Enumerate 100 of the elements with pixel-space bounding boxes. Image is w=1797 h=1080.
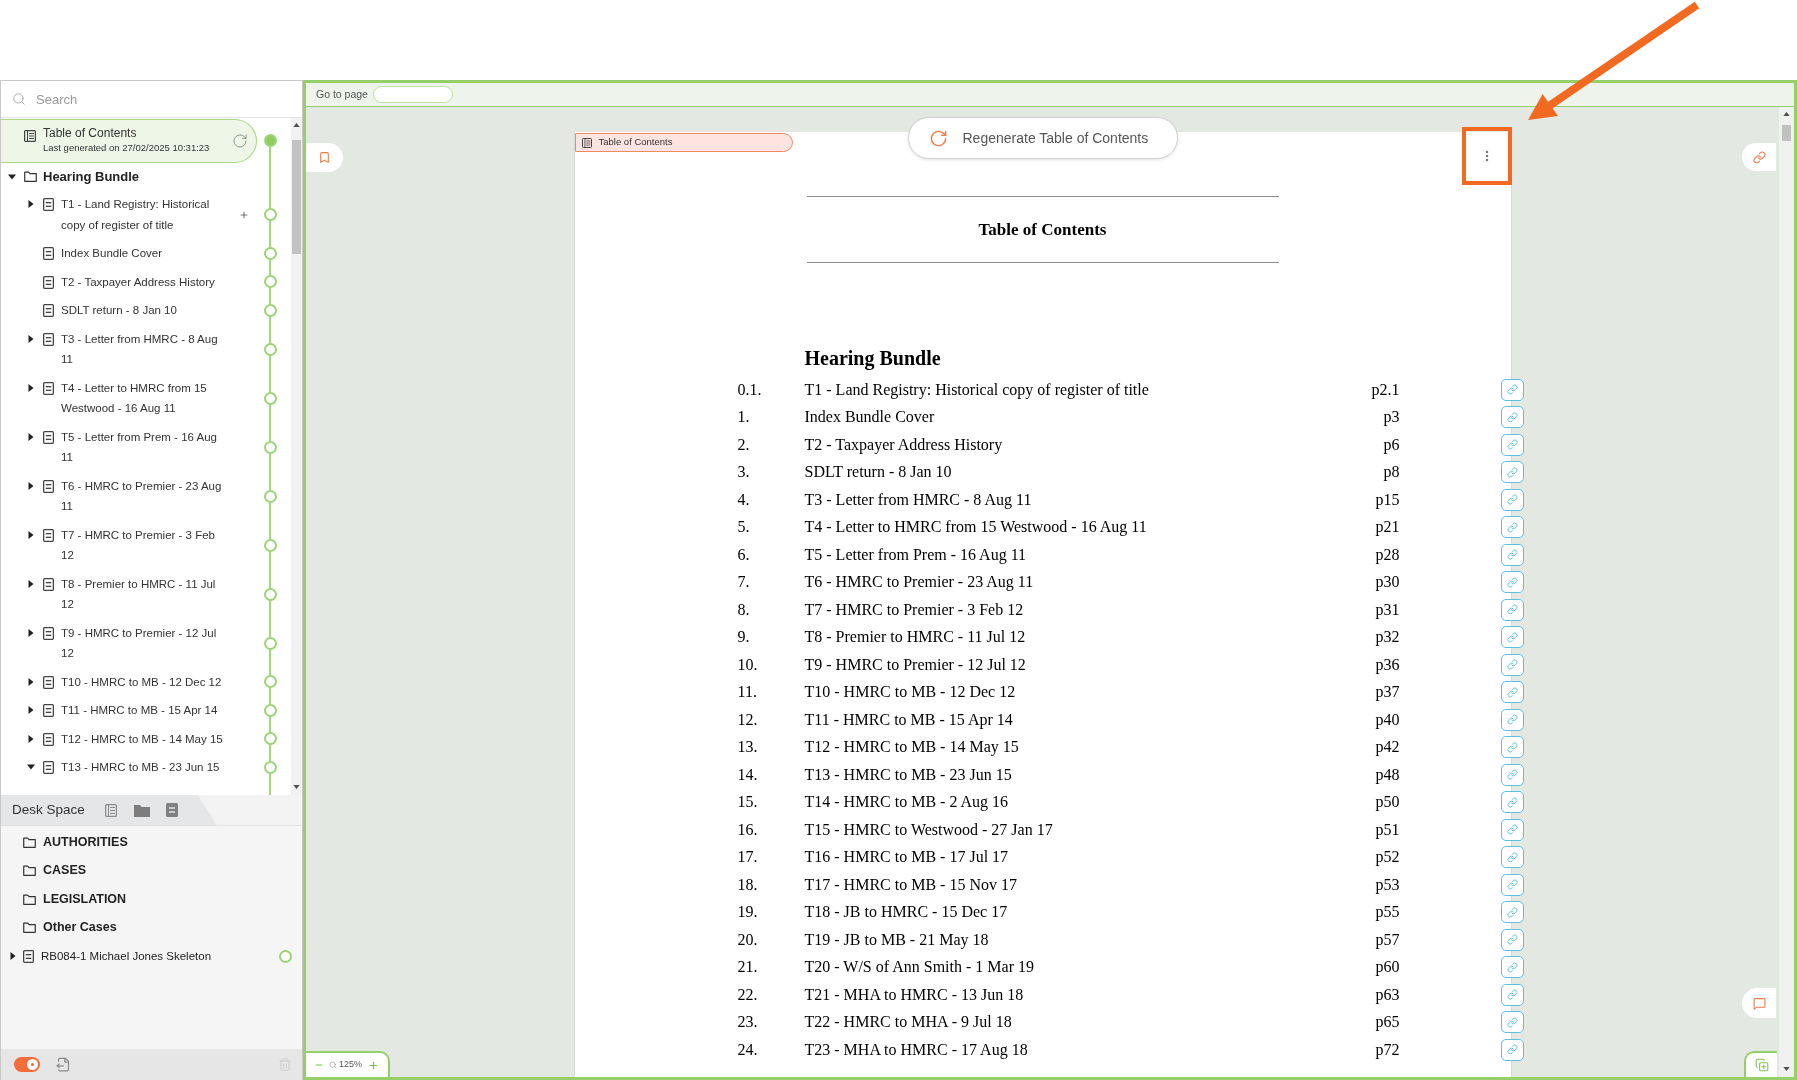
caret-down-icon[interactable] [8, 172, 16, 181]
link-button[interactable] [1500, 433, 1524, 456]
link-button[interactable] [1500, 653, 1524, 676]
caret-right-icon[interactable] [27, 383, 35, 392]
link-button[interactable] [1500, 791, 1524, 814]
tree-item-label[interactable]: T4 - Letter to HMRC from 15 Westwood - 16 Aug 11 [61, 377, 226, 419]
link-button[interactable] [1500, 928, 1524, 951]
link-button[interactable] [1500, 626, 1524, 649]
tree-item-label[interactable]: T2 - Taxpayer Address History [61, 271, 215, 292]
link-button[interactable] [1500, 488, 1524, 511]
tree-item-label[interactable]: T5 - Letter from Prem - 16 Aug 11 [61, 426, 226, 468]
triangle-up-icon[interactable] [293, 123, 300, 127]
entry-number: 10. [737, 654, 759, 675]
tree-item-label[interactable]: T7 - HMRC to Premier - 3 Feb 12 [61, 524, 226, 566]
caret-right-icon[interactable] [27, 432, 35, 441]
triangle-down-icon[interactable] [1783, 1067, 1790, 1071]
file-arrow-icon[interactable] [56, 1057, 71, 1072]
document-tab[interactable]: Table of Contents [574, 133, 793, 152]
tree-item-label[interactable]: T10 - HMRC to MB - 12 Dec 12 [61, 671, 222, 692]
entry-page: p53 [1374, 874, 1400, 896]
add-copy-button[interactable] [1744, 1051, 1777, 1077]
link-button[interactable] [1500, 406, 1524, 429]
entry-title: T9 - HMRC to Premier - 12 Jul 12 [804, 654, 1027, 675]
entry-number: 20. [737, 929, 759, 950]
caret-right-icon[interactable] [27, 200, 35, 209]
folder-name[interactable]: CASES [43, 861, 87, 881]
document-name[interactable]: RB084-1 Michael Jones Skeleton [41, 947, 212, 965]
add-icon[interactable] [239, 209, 249, 220]
caret-down-icon[interactable] [27, 763, 35, 772]
link-button[interactable] [1500, 461, 1524, 484]
entry-title: T13 - HMRC to MB - 23 Jun 15 [804, 764, 1013, 785]
caret-right-icon[interactable] [27, 334, 35, 343]
link-button[interactable] [1500, 818, 1524, 841]
caret-right-icon[interactable] [27, 734, 35, 743]
folder-name[interactable]: Hearing Bundle [43, 166, 140, 187]
link-button[interactable] [1500, 956, 1524, 979]
scrollbar-thumb[interactable] [292, 140, 301, 254]
document-view-button[interactable] [165, 802, 178, 818]
tree-item-label[interactable]: T3 - Letter from HMRC - 8 Aug 11 [61, 328, 226, 370]
caret-right-icon[interactable] [27, 579, 35, 588]
tree-item-label[interactable]: Index Bundle Cover [61, 243, 162, 264]
link-button[interactable] [1500, 846, 1524, 869]
folder-name[interactable]: Other Cases [43, 918, 117, 938]
toggle-switch[interactable] [14, 1057, 40, 1072]
link-button[interactable] [1500, 1038, 1524, 1061]
link-icon [1506, 411, 1518, 423]
link-button[interactable] [1500, 681, 1524, 704]
regenerate-button[interactable]: Regenerate Table of Contents [907, 117, 1178, 159]
link-button[interactable] [1500, 378, 1524, 401]
link-button[interactable] [1500, 543, 1524, 566]
entry-page: p60 [1374, 957, 1400, 978]
folder-name[interactable]: LEGISLATION [43, 889, 127, 909]
link-icon [1506, 494, 1518, 506]
link-button[interactable] [1500, 983, 1524, 1006]
folder-view-button[interactable] [134, 802, 150, 818]
link-button[interactable] [1500, 516, 1524, 539]
entry-number: 3. [737, 462, 751, 483]
tree-item-label[interactable]: T9 - HMRC to Premier - 12 Jul 12 [61, 622, 226, 664]
link-icon [1506, 989, 1518, 1001]
list-document-icon [581, 137, 592, 148]
link-icon [1506, 604, 1518, 616]
entry-title: Index Bundle Cover [804, 407, 936, 428]
scrollbar[interactable] [291, 118, 302, 795]
caret-right-icon[interactable] [27, 530, 35, 539]
tree-item-label[interactable]: T6 - HMRC to Premier - 23 Aug 11 [61, 475, 226, 517]
caret-right-icon[interactable] [27, 706, 35, 715]
tree-item-label[interactable]: T12 - HMRC to MB - 14 May 15 [61, 728, 223, 749]
link-button[interactable] [1742, 143, 1776, 171]
caret-right-icon[interactable] [27, 628, 35, 637]
scrollbar-thumb[interactable] [1782, 125, 1791, 141]
zoom-level: 125% [339, 1058, 363, 1072]
folder-name[interactable]: AUTHORITIES [43, 832, 128, 852]
link-button[interactable] [1500, 763, 1524, 786]
caret-right-icon[interactable] [27, 677, 35, 686]
link-button[interactable] [1500, 571, 1524, 594]
link-button[interactable] [1500, 708, 1524, 731]
tree-item-label[interactable]: T1 - Land Registry: Historical copy of register of title [61, 194, 226, 235]
tree-item-label[interactable]: T11 - HMRC to MB - 15 Apr 14 [61, 700, 218, 721]
link-button[interactable] [1500, 901, 1524, 924]
refresh-icon[interactable] [232, 132, 248, 149]
tree-item-label[interactable]: T8 - Premier to HMRC - 11 Jul 12 [61, 573, 226, 615]
link-icon [1506, 824, 1518, 836]
list-view-button[interactable] [104, 802, 118, 818]
table-of-contents-card[interactable]: Table of Contents Last generated on 27/02/2025 10:31:23 [1, 118, 257, 163]
zoom-in-button[interactable] [368, 1059, 380, 1071]
link-button[interactable] [1500, 873, 1524, 896]
bookmark-button[interactable] [306, 143, 343, 172]
link-button[interactable] [1500, 598, 1524, 621]
search-field[interactable]: Search [36, 87, 276, 111]
tree-item-label[interactable]: SDLT return - 8 Jan 10 [61, 300, 177, 321]
scrollbar[interactable] [1779, 107, 1794, 1077]
page-number-field[interactable] [372, 86, 453, 103]
tree-item-label[interactable]: T13 - HMRC to MB - 23 Jun 15 [61, 757, 220, 778]
comment-button[interactable] [1742, 988, 1776, 1018]
link-button[interactable] [1500, 736, 1524, 759]
triangle-up-icon[interactable] [1783, 112, 1790, 116]
link-button[interactable] [1500, 1011, 1524, 1034]
caret-right-icon[interactable] [9, 952, 17, 961]
caret-right-icon[interactable] [27, 481, 35, 490]
triangle-down-icon[interactable] [293, 785, 300, 789]
